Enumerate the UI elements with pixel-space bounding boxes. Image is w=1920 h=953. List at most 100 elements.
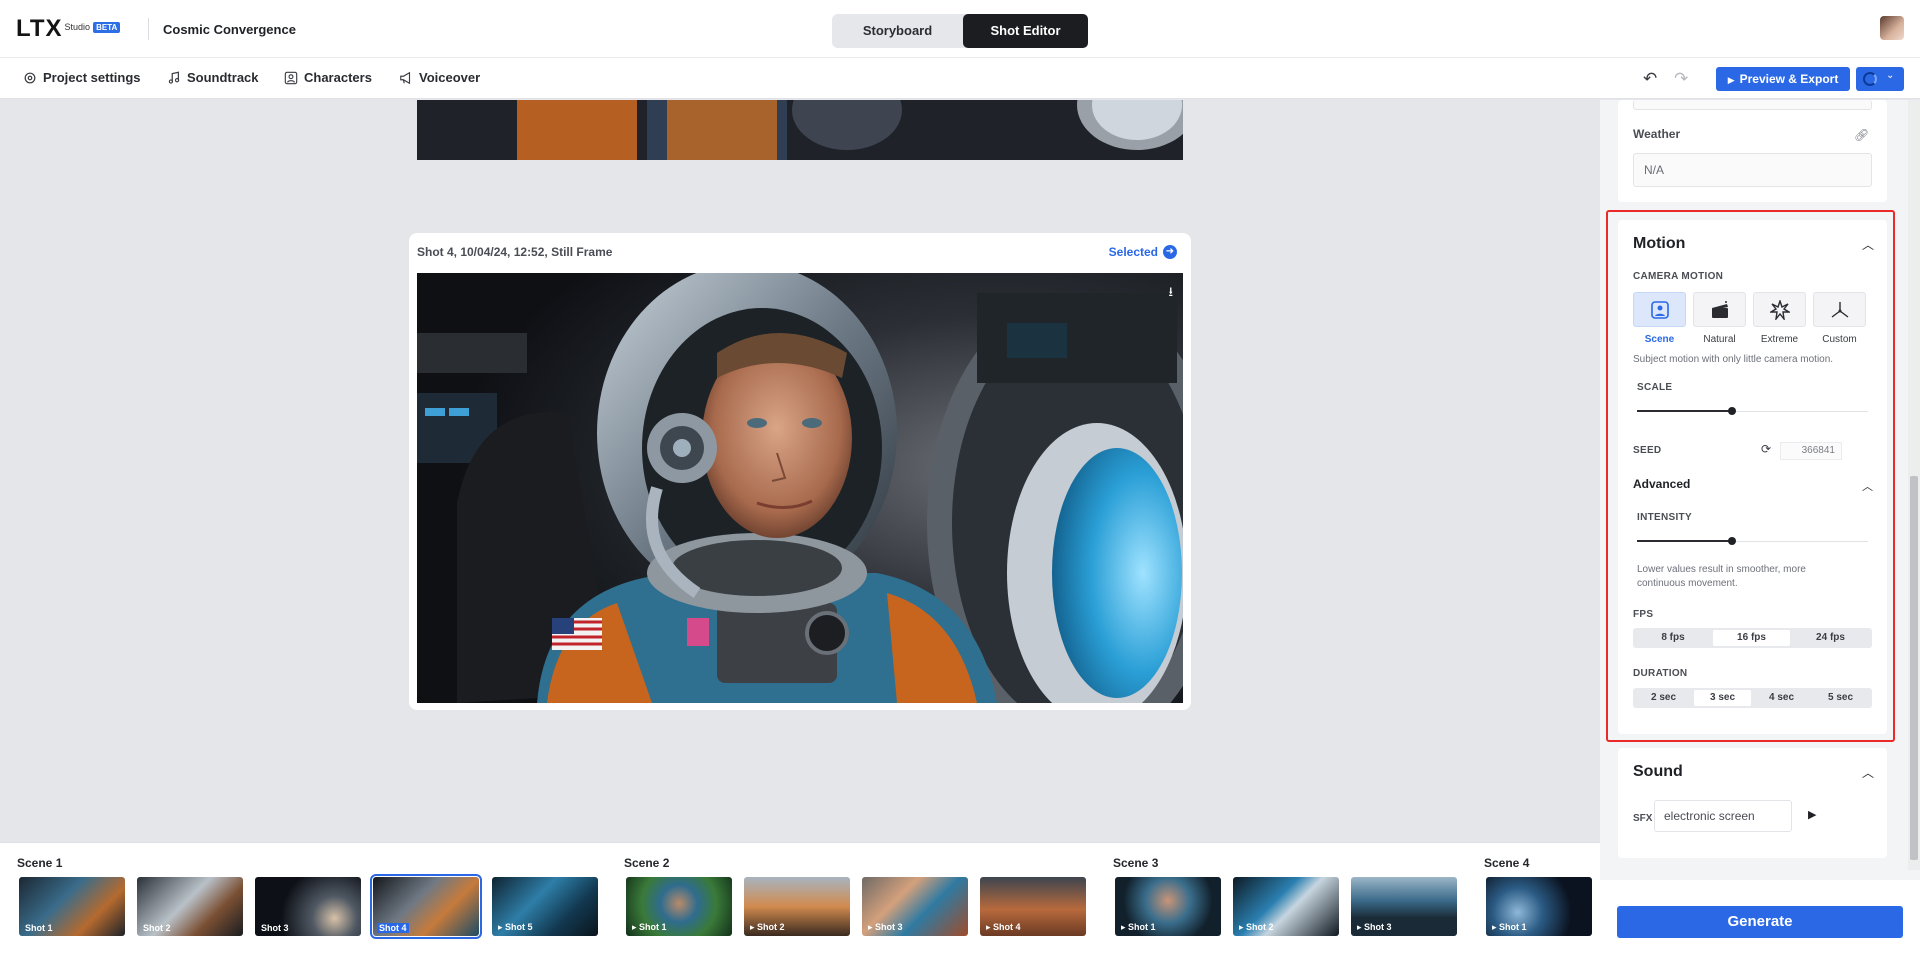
scale-label: SCALE [1637, 382, 1673, 393]
link-icon[interactable]: 🔗︎ [1854, 128, 1869, 142]
thumb-label: ▸ Shot 3 [1357, 922, 1392, 932]
previous-field-input[interactable] [1633, 100, 1872, 110]
avatar[interactable] [1880, 16, 1904, 40]
storyboard-tab[interactable]: Storyboard [835, 14, 960, 48]
chevron-down-icon: ⌄ [1886, 70, 1895, 81]
thumb-label: Shot 4 [377, 923, 409, 933]
scene-label[interactable]: Scene 4 [1484, 856, 1529, 870]
generation-status-button[interactable]: ⌄ [1856, 67, 1904, 91]
panel-scrollbar[interactable] [1908, 100, 1920, 870]
generate-area: Generate [1600, 880, 1920, 953]
timeline-thumb-selected[interactable]: Shot 4 [370, 874, 482, 939]
weather-card: Weather 🔗︎ N/A [1618, 100, 1887, 202]
selected-label: Selected [1108, 245, 1158, 259]
shot-canvas: Shot 4, 10/04/24, 12:52, Still Frame Sel… [0, 100, 1600, 842]
timeline-thumb[interactable]: Shot 3 [255, 877, 361, 936]
scene-label[interactable]: Scene 3 [1113, 856, 1158, 870]
fps-label: FPS [1633, 609, 1654, 620]
scene-label[interactable]: Scene 1 [17, 856, 62, 870]
camera-motion-description: Subject motion with only little camera m… [1633, 354, 1834, 365]
thumb-label: ▸ Shot 1 [632, 922, 667, 932]
chevron-up-icon[interactable]: ︿ [1862, 764, 1874, 781]
shot-properties-panel: Weather 🔗︎ N/A Motion ︿ CAMERA MOTION Sc… [1600, 100, 1920, 953]
scene-label[interactable]: Scene 2 [624, 856, 669, 870]
sound-title: Sound [1633, 763, 1683, 780]
fps-option[interactable]: 8 fps [1635, 630, 1711, 646]
project-title[interactable]: Cosmic Convergence [163, 22, 296, 37]
duration-option[interactable]: 2 sec [1635, 690, 1692, 706]
timeline-thumb[interactable]: ▸ Shot 1 [1486, 877, 1592, 936]
camera-option-custom[interactable] [1813, 292, 1866, 327]
project-toolbar: Project settings Soundtrack Characters V… [0, 58, 1920, 99]
timeline-thumb[interactable]: ▸ Shot 1 [626, 877, 732, 936]
preview-export-button[interactable]: ▶ Preview & Export [1716, 67, 1850, 91]
gear-icon [24, 72, 36, 83]
duration-option[interactable]: 5 sec [1812, 690, 1869, 706]
timeline-thumb[interactable]: Shot 1 [19, 877, 125, 936]
shot-editor-tab[interactable]: Shot Editor [963, 14, 1088, 48]
scale-slider-fill [1637, 410, 1732, 412]
refresh-icon[interactable]: ⟳ [1761, 442, 1771, 456]
weather-input[interactable]: N/A [1633, 153, 1872, 187]
generate-button[interactable]: Generate [1617, 906, 1903, 938]
sound-card: Sound ︿ SFX electronic screen ▶ [1618, 748, 1887, 858]
axes-icon [1831, 302, 1848, 318]
camera-option-scene[interactable] [1633, 292, 1686, 327]
shot-card[interactable]: Shot 4, 10/04/24, 12:52, Still Frame Sel… [409, 233, 1191, 710]
timeline-thumb[interactable]: ▸ Shot 5 [492, 877, 598, 936]
download-icon[interactable]: ⭳ [1168, 283, 1173, 305]
scale-slider-thumb[interactable] [1727, 407, 1736, 415]
intensity-slider-fill [1637, 540, 1732, 542]
ltx-logo[interactable]: LTX Studio BETA [16, 17, 121, 41]
seed-input[interactable]: 366841 [1780, 442, 1842, 460]
astronaut-image [417, 273, 1183, 703]
characters-button[interactable]: Characters [284, 70, 372, 85]
camera-option-extreme[interactable] [1753, 292, 1806, 327]
chevron-up-icon[interactable]: ︿ [1862, 478, 1873, 494]
music-note-icon [168, 71, 180, 84]
thumb-label: ▸ Shot 1 [1121, 922, 1156, 932]
chevron-up-icon[interactable]: ︿ [1862, 236, 1874, 253]
intensity-label: INTENSITY [1637, 512, 1692, 523]
thumb-label: ▸ Shot 3 [868, 922, 903, 932]
duration-option-selected[interactable]: 3 sec [1694, 690, 1751, 706]
shot-image[interactable]: ⭳ [417, 273, 1183, 703]
project-settings-label: Project settings [43, 70, 141, 85]
spinner-icon [1863, 72, 1877, 86]
timeline-thumb[interactable]: ▸ Shot 1 [1115, 877, 1221, 936]
arrow-right-icon: ➜ [1163, 245, 1177, 259]
voiceover-button[interactable]: Voiceover [399, 70, 480, 85]
top-bar: LTX Studio BETA Cosmic Convergence Story… [0, 0, 1920, 58]
timeline-thumb[interactable]: ▸ Shot 3 [1351, 877, 1457, 936]
previous-shot-frame[interactable] [417, 100, 1183, 160]
timeline-thumb[interactable]: ▸ Shot 2 [744, 877, 850, 936]
thumb-label: ▸ Shot 5 [498, 922, 533, 932]
characters-label: Characters [304, 70, 372, 85]
person-icon [284, 71, 298, 84]
mode-toggle: Storyboard Shot Editor [832, 14, 1088, 48]
play-icon: ▶ [1727, 75, 1735, 85]
advanced-toggle[interactable]: Advanced [1633, 477, 1690, 491]
duration-selector: 2 sec 3 sec 4 sec 5 sec [1633, 688, 1872, 708]
camera-option-natural[interactable] [1693, 292, 1746, 327]
intensity-slider-thumb[interactable] [1727, 537, 1736, 545]
timeline-thumb[interactable]: Shot 2 [137, 877, 243, 936]
selected-badge[interactable]: Selected ➜ [1109, 245, 1177, 259]
project-settings-button[interactable]: Project settings [23, 70, 141, 85]
soundtrack-button[interactable]: Soundtrack [167, 70, 259, 85]
fps-option[interactable]: 24 fps [1792, 630, 1869, 646]
play-icon[interactable]: ▶ [1808, 808, 1816, 821]
undo-icon[interactable]: ↶ [1643, 69, 1657, 89]
sfx-input[interactable]: electronic screen [1654, 800, 1792, 832]
scrollbar-thumb[interactable] [1910, 476, 1918, 860]
sfx-label: SFX [1633, 813, 1653, 824]
redo-icon[interactable]: ↷ [1674, 69, 1688, 89]
timeline-thumb[interactable]: ▸ Shot 2 [1233, 877, 1339, 936]
soundtrack-label: Soundtrack [187, 70, 259, 85]
timeline-thumb[interactable]: ▸ Shot 4 [980, 877, 1086, 936]
timeline: Scene 1 Shot 1 Shot 2 Shot 3 Shot 4 ▸ Sh… [0, 842, 1600, 953]
fps-option-selected[interactable]: 16 fps [1713, 630, 1790, 646]
camera-motion-label: CAMERA MOTION [1633, 271, 1724, 282]
timeline-thumb[interactable]: ▸ Shot 3 [862, 877, 968, 936]
duration-option[interactable]: 4 sec [1753, 690, 1810, 706]
